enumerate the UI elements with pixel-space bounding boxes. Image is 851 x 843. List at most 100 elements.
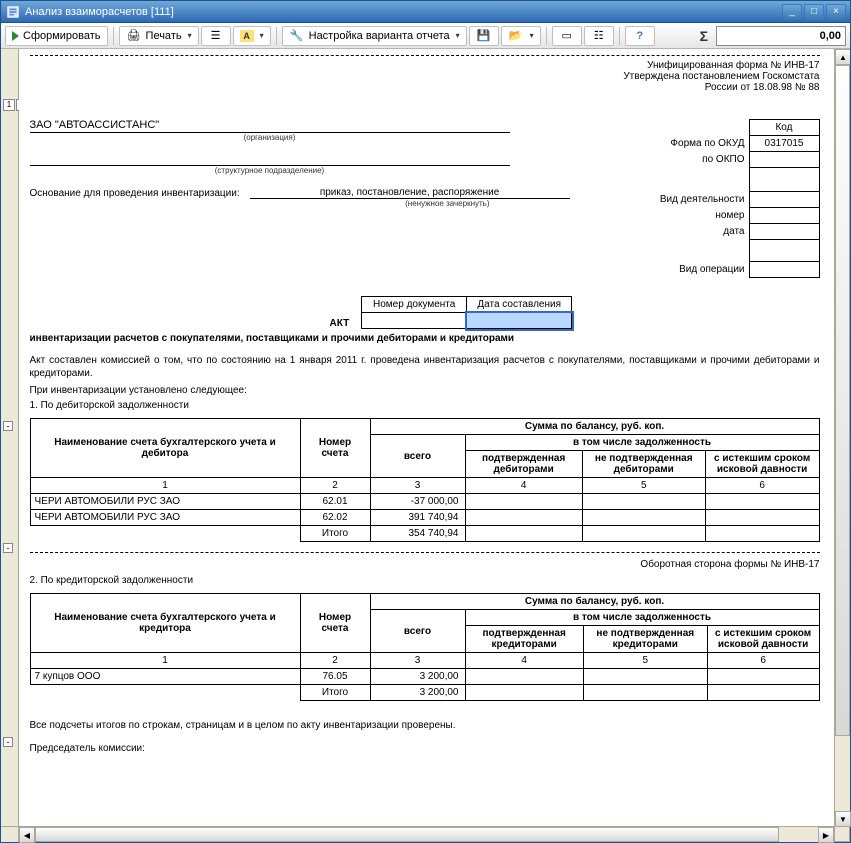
doc-number-value	[362, 313, 467, 329]
doc-date-header: Дата составления	[467, 297, 572, 313]
window-title: Анализ взаиморасчетов [111]	[25, 6, 782, 18]
code-table: Код Форма по ОКУД0317015 по ОКПО Вид дея…	[656, 119, 820, 278]
page-icon: ☷	[591, 28, 607, 44]
col-sum: Сумма по балансу, руб. коп.	[370, 594, 819, 610]
okpo-label: по ОКПО	[656, 152, 749, 168]
collapse-button[interactable]: -	[3, 421, 13, 431]
paragraph: При инвентаризации установлено следующее…	[30, 384, 820, 397]
table-row: ЧЕРИ АВТОМОБИЛИ РУС ЗАО 62.02 391 740,94	[30, 510, 819, 526]
print-button[interactable]: 🖨Печать	[119, 26, 199, 46]
list-button[interactable]: ☰	[201, 26, 231, 46]
format-button[interactable]: A	[233, 26, 271, 46]
creditors-table: Наименование счета бухгалтерского учета …	[30, 593, 820, 701]
back-side-label: Оборотная сторона формы № ИНВ-17	[30, 559, 820, 570]
scroll-down-button[interactable]: ▼	[835, 811, 850, 826]
akt-label: АКТ	[330, 318, 350, 329]
format-icon: A	[240, 30, 254, 42]
activity-label: Вид деятельности	[656, 192, 749, 208]
total-row: Итого 354 740,94	[30, 526, 819, 542]
report-settings-button[interactable]: 🔧Настройка варианта отчета	[282, 26, 467, 46]
col-account: Номер счета	[300, 419, 370, 478]
play-icon	[12, 31, 19, 41]
chairman-label: Председатель комиссии:	[30, 742, 820, 755]
save-button[interactable]: 💾	[469, 26, 499, 46]
col-expired: с истекшим сроком исковой давности	[705, 451, 819, 478]
outline-level-1[interactable]: 1	[3, 99, 15, 111]
scroll-right-button[interactable]: ▶	[818, 827, 834, 843]
struct-line	[30, 154, 510, 166]
basis-label: Основание для проведения инвентаризации:	[30, 188, 240, 199]
help-icon: ?	[632, 28, 648, 44]
col-confirmed: подтвержденная кредиторами	[465, 626, 583, 653]
header-line: Унифицированная форма № ИНВ-17	[30, 60, 820, 71]
section-header: 1. По дебиторской задолженности	[30, 399, 820, 412]
col-confirmed: подтвержденная дебиторами	[465, 451, 582, 478]
save-icon: 💾	[476, 28, 492, 44]
check-text: Все подсчеты итогов по строкам, страница…	[30, 719, 820, 732]
bottom-scroll-row: ◀ ▶	[1, 826, 850, 842]
form-button[interactable]: Сформировать	[5, 26, 108, 46]
doc-number-header: Номер документа	[362, 297, 467, 313]
col-name: Наименование счета бухгалтерского учета …	[30, 594, 300, 653]
collapse-button[interactable]: -	[3, 737, 13, 747]
separator	[619, 27, 620, 45]
open-icon: 📂	[508, 28, 524, 44]
sum-field[interactable]: 0,00	[716, 26, 846, 46]
total-row: Итого 3 200,00	[30, 685, 819, 701]
app-window: Анализ взаиморасчетов [111] _ □ × Сформи…	[0, 0, 851, 843]
basis-value: приказ, постановление, распоряжение	[250, 187, 570, 199]
page-border-top	[30, 55, 820, 56]
col-expired: с истекшим сроком исковой давности	[707, 626, 819, 653]
section-header: 2. По кредиторской задолженности	[30, 574, 820, 587]
vertical-scrollbar[interactable]: ▲ ▼	[834, 49, 850, 826]
col-total: всего	[370, 435, 465, 478]
organization-line: ЗАО "АВТОАССИСТАНС"	[30, 119, 510, 133]
doc-icon: ▭	[559, 28, 575, 44]
outline-ruler: 1 2 3 - - -	[1, 49, 19, 826]
okud-label: Форма по ОКУД	[656, 136, 749, 152]
date-value	[749, 224, 819, 240]
page-break	[30, 552, 820, 553]
minimize-button[interactable]: _	[782, 4, 802, 20]
col-unconfirmed: не подтвержденная дебиторами	[582, 451, 705, 478]
collapse-button[interactable]: -	[3, 543, 13, 553]
number-value	[749, 208, 819, 224]
number-label: номер	[656, 208, 749, 224]
scroll-up-button[interactable]: ▲	[835, 49, 850, 65]
open-button[interactable]: 📂	[501, 26, 541, 46]
horizontal-scrollbar[interactable]: ◀ ▶	[19, 826, 834, 842]
tool1-button[interactable]: ▭	[552, 26, 582, 46]
akt-title: инвентаризации расчетов с покупателями, …	[30, 333, 820, 344]
separator	[546, 27, 547, 45]
sigma-icon: Σ	[700, 28, 708, 44]
help-button[interactable]: ?	[625, 26, 655, 46]
date-label: дата	[656, 224, 749, 240]
col-including: в том числе задолженность	[465, 435, 819, 451]
table-row: 7 купцов ООО 76.05 3 200,00	[30, 669, 819, 685]
tool2-button[interactable]: ☷	[584, 26, 614, 46]
okud-value: 0317015	[749, 136, 819, 152]
title-bar: Анализ взаиморасчетов [111] _ □ ×	[1, 1, 850, 23]
document-area[interactable]: Унифицированная форма № ИНВ-17 Утвержден…	[19, 49, 834, 826]
struct-sublabel: (структурное подразделение)	[30, 166, 510, 175]
doc-date-value[interactable]	[467, 313, 572, 329]
okpo-value	[749, 152, 819, 168]
header-line: Утверждена постановлением Госкомстата	[30, 71, 820, 82]
maximize-button[interactable]: □	[804, 4, 824, 20]
op-type-value	[749, 262, 819, 278]
list-icon: ☰	[208, 28, 224, 44]
debtors-table: Наименование счета бухгалтерского учета …	[30, 418, 820, 542]
col-account: Номер счета	[300, 594, 370, 653]
akt-table: Номер документа Дата составления	[361, 296, 572, 329]
header-line: России от 18.08.98 № 88	[30, 82, 820, 93]
content-area: 1 2 3 - - - Унифицированная форма № ИНВ-…	[1, 49, 850, 826]
document: Унифицированная форма № ИНВ-17 Утвержден…	[30, 55, 820, 755]
printer-icon: 🖨	[126, 28, 142, 44]
close-button[interactable]: ×	[826, 4, 846, 20]
basis-sublabel: (ненужное зачеркнуть)	[30, 199, 570, 208]
table-row: ЧЕРИ АВТОМОБИЛИ РУС ЗАО 62.01 -37 000,00	[30, 494, 819, 510]
paragraph: Акт составлен комиссией о том, что по со…	[30, 354, 820, 380]
wrench-icon: 🔧	[289, 28, 305, 44]
scroll-left-button[interactable]: ◀	[19, 827, 35, 843]
separator	[113, 27, 114, 45]
